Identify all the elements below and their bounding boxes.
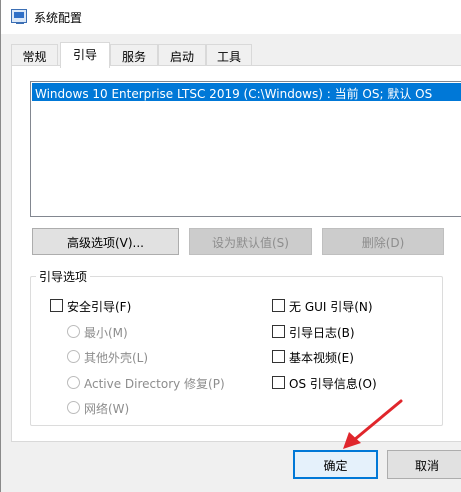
window-title: 系统配置 xyxy=(34,11,83,25)
tab-general[interactable]: 常规 xyxy=(11,44,58,66)
title-bar: 系统配置 xyxy=(1,0,461,34)
ad-repair-radio[interactable] xyxy=(67,376,80,389)
arrow-shaft xyxy=(352,399,403,442)
system-configuration-window: 系统配置 常规 引导 服务 启动 工具 Windows 10 Enterpris… xyxy=(0,0,461,492)
boot-log-label[interactable]: 引导日志(B) xyxy=(289,324,355,341)
alternate-shell-radio[interactable] xyxy=(67,350,80,363)
delete-button[interactable]: 删除(D) xyxy=(322,228,444,255)
boot-log-checkbox[interactable] xyxy=(272,325,285,338)
safe-boot-checkbox[interactable] xyxy=(50,299,63,312)
safe-boot-label[interactable]: 安全引导(F) xyxy=(67,298,131,315)
minimal-radio[interactable] xyxy=(67,325,80,338)
minimal-label[interactable]: 最小(M) xyxy=(84,324,128,341)
tab-bar: 常规 引导 服务 启动 工具 xyxy=(11,42,461,68)
os-boot-info-checkbox[interactable] xyxy=(272,376,285,389)
advanced-options-button[interactable]: 高级选项(V)... xyxy=(32,228,179,255)
red-arrow-annotation xyxy=(343,399,403,449)
no-gui-boot-checkbox[interactable] xyxy=(272,299,285,312)
set-as-default-button[interactable]: 设为默认值(S) xyxy=(189,228,312,255)
ok-button[interactable]: 确定 xyxy=(293,450,378,479)
tab-services[interactable]: 服务 xyxy=(110,44,158,66)
os-boot-info-label[interactable]: OS 引导信息(O) xyxy=(289,375,377,392)
boot-tab-panel: Windows 10 Enterprise LTSC 2019 (C:\Wind… xyxy=(11,65,461,442)
tab-tools[interactable]: 工具 xyxy=(206,44,252,66)
base-video-label[interactable]: 基本视频(E) xyxy=(289,349,354,366)
boot-options-legend: 引导选项 xyxy=(36,268,91,285)
msconfig-app-icon xyxy=(11,9,27,24)
tab-boot[interactable]: 引导 xyxy=(60,42,110,68)
no-gui-boot-label[interactable]: 无 GUI 引导(N) xyxy=(289,298,373,315)
network-label[interactable]: 网络(W) xyxy=(84,400,129,417)
cancel-button[interactable]: 取消 xyxy=(387,450,461,479)
os-list-item[interactable]: Windows 10 Enterprise LTSC 2019 (C:\Wind… xyxy=(32,83,461,101)
ad-repair-label[interactable]: Active Directory 修复(P) xyxy=(84,375,225,392)
base-video-checkbox[interactable] xyxy=(272,350,285,363)
os-list[interactable]: Windows 10 Enterprise LTSC 2019 (C:\Wind… xyxy=(30,81,461,217)
alternate-shell-label[interactable]: 其他外壳(L) xyxy=(84,349,148,366)
network-radio[interactable] xyxy=(67,401,80,414)
tab-startup[interactable]: 启动 xyxy=(158,44,206,66)
